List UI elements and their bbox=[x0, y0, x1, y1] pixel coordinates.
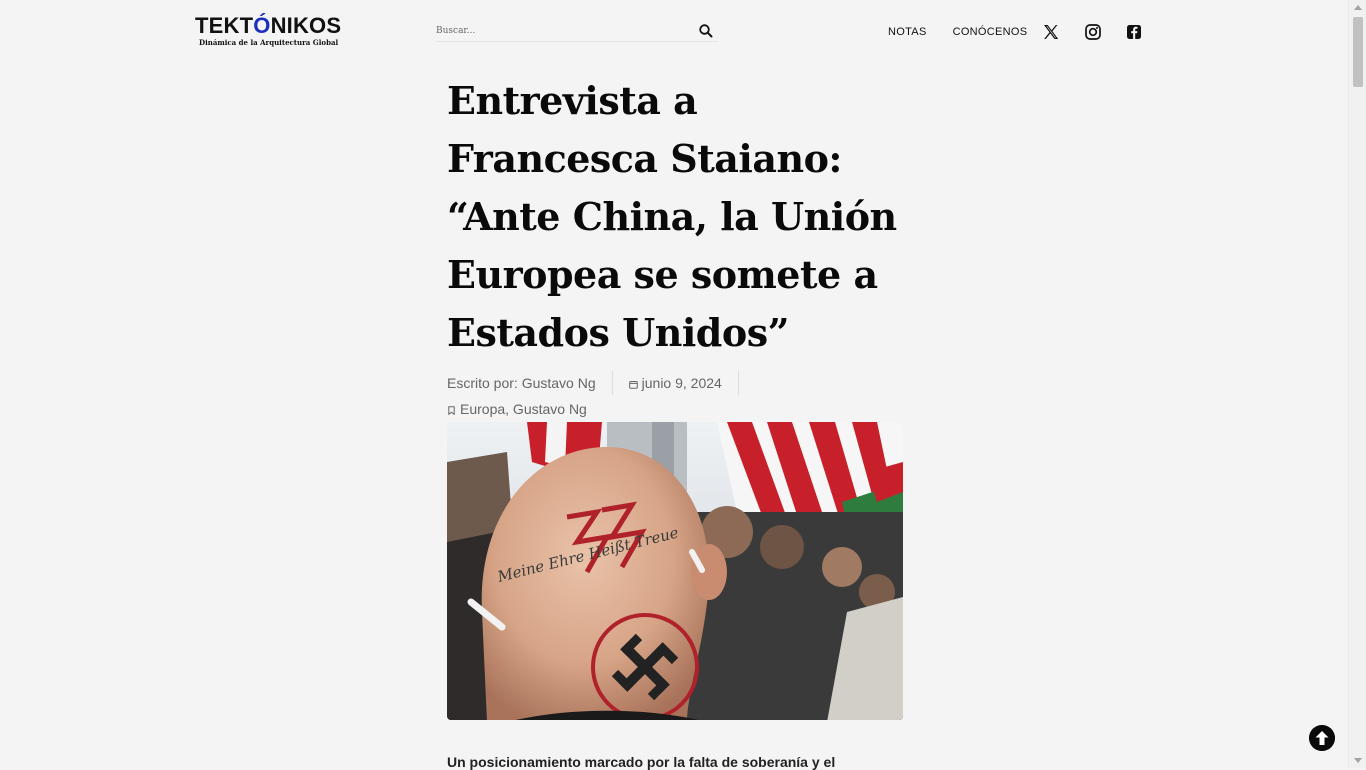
logo-wordmark: TEKTÓNIKOS bbox=[195, 13, 342, 38]
scrollbar-thumb[interactable] bbox=[1353, 17, 1363, 87]
facebook-icon[interactable] bbox=[1125, 22, 1143, 42]
search-bar bbox=[436, 20, 718, 42]
category-links[interactable]: Europa, Gustavo Ng bbox=[460, 401, 587, 417]
main-nav: NOTAS CONÓCENOS bbox=[888, 22, 1053, 42]
author-name[interactable]: Gustavo Ng bbox=[522, 375, 596, 391]
author-prefix: Escrito por: bbox=[447, 375, 522, 391]
site-header: TEKTÓNIKOS Dinámica de la Arquitectura G… bbox=[0, 0, 1348, 64]
search-icon[interactable] bbox=[698, 23, 714, 39]
date-text: junio 9, 2024 bbox=[641, 375, 722, 391]
scroll-up-arrow-icon[interactable] bbox=[1354, 5, 1362, 10]
nav-notas[interactable]: NOTAS bbox=[888, 26, 927, 38]
hero-photo: Meine Ehre Heißt Treue bbox=[447, 422, 903, 720]
meta-divider bbox=[737, 371, 739, 395]
meta-divider bbox=[611, 371, 613, 395]
title-line: “Ante China, la Unión bbox=[447, 194, 897, 239]
search-input[interactable] bbox=[436, 20, 686, 42]
page-scrollbar[interactable] bbox=[1348, 0, 1366, 768]
site-logo[interactable]: TEKTÓNIKOS Dinámica de la Arquitectura G… bbox=[195, 14, 345, 48]
bookmark-icon bbox=[448, 405, 455, 415]
instagram-icon[interactable] bbox=[1084, 22, 1102, 42]
nav-conocenos[interactable]: CONÓCENOS bbox=[953, 26, 1028, 38]
x-icon[interactable] bbox=[1042, 22, 1060, 42]
scroll-down-arrow-icon[interactable] bbox=[1354, 758, 1362, 763]
back-to-top-button[interactable] bbox=[1309, 725, 1335, 751]
article-title: Entrevista a Francesca Staiano: “Ante Ch… bbox=[447, 72, 903, 362]
hero-image: Meine Ehre Heißt Treue bbox=[447, 422, 903, 720]
article: Entrevista a Francesca Staiano: “Ante Ch… bbox=[447, 72, 903, 720]
publish-date: junio 9, 2024 bbox=[628, 375, 722, 391]
title-line: Europea se somete a bbox=[447, 252, 878, 297]
title-line: Francesca Staiano: bbox=[447, 136, 842, 181]
calendar-icon bbox=[628, 380, 638, 389]
article-meta: Escrito por: Gustavo Ng junio 9, 2024 bbox=[447, 370, 903, 396]
article-categories: Europa, Gustavo Ng bbox=[447, 396, 903, 422]
title-line: Estados Unidos” bbox=[447, 310, 789, 355]
logo-tagline: Dinámica de la Arquitectura Global bbox=[199, 38, 339, 47]
author-byline: Escrito por: Gustavo Ng bbox=[447, 375, 596, 391]
title-line: Entrevista a bbox=[447, 78, 698, 123]
